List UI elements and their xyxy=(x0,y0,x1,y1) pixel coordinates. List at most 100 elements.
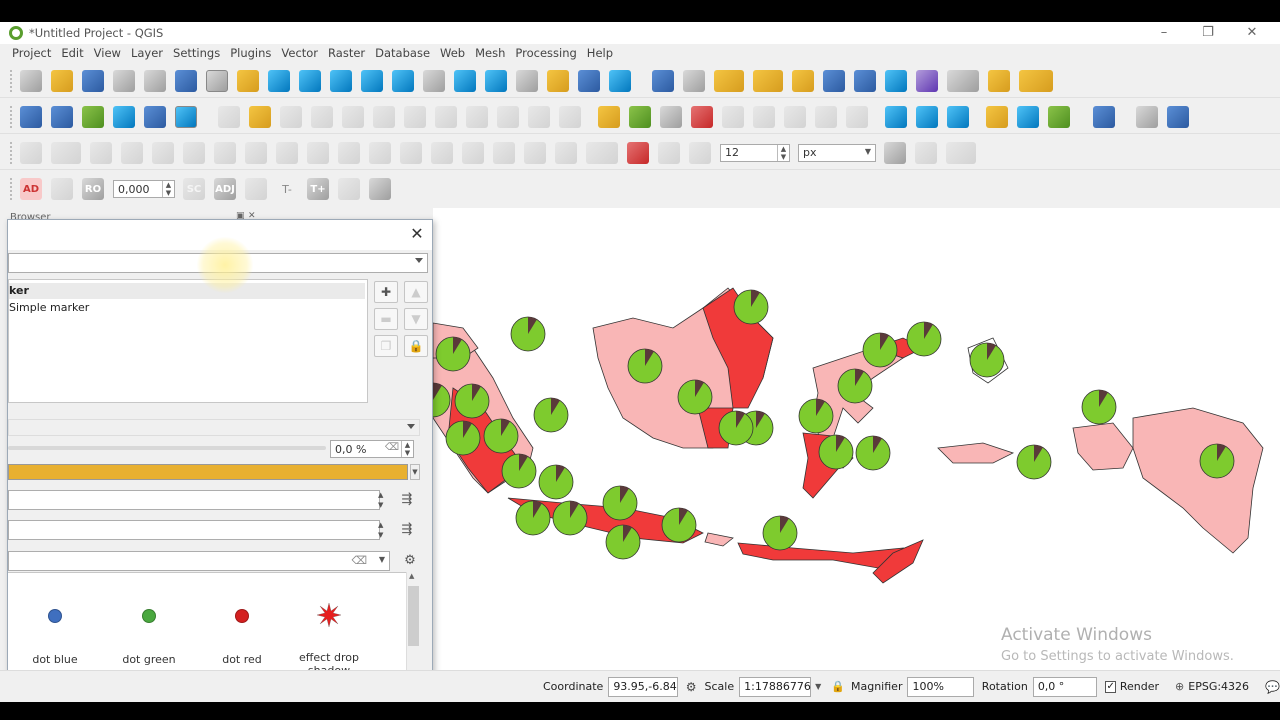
label-rotate-button[interactable] xyxy=(245,178,267,200)
split-features-icon[interactable] xyxy=(307,141,329,164)
rotate-symbols-icon[interactable] xyxy=(431,141,453,164)
new-geopackage-icon[interactable] xyxy=(51,105,73,128)
vertex-editor-icon[interactable] xyxy=(493,141,515,164)
plugin-manager-icon[interactable] xyxy=(1048,105,1070,128)
symbol-dot-blue[interactable]: dot blue xyxy=(8,609,102,666)
simplify-icon[interactable] xyxy=(462,141,484,164)
symbol-dot-green[interactable]: dot green xyxy=(102,609,196,666)
scrollbar-thumb[interactable] xyxy=(408,586,419,646)
style-manager-icon[interactable] xyxy=(175,69,197,92)
symbol-effect-drop-shadow[interactable]: effect drop shadow xyxy=(282,602,376,677)
data-source-manager-icon[interactable] xyxy=(20,105,42,128)
messages-icon[interactable]: 💬 xyxy=(1265,680,1280,694)
new-print-layout-icon[interactable] xyxy=(113,69,135,92)
spin-arrows-icon[interactable]: ▲ ▼ xyxy=(162,181,174,197)
zoom-in-icon[interactable] xyxy=(268,69,290,92)
spin-arrows-icon[interactable]: ▲ ▼ xyxy=(401,441,413,457)
label-ad-button[interactable]: AD xyxy=(20,178,42,200)
menu-database[interactable]: Database xyxy=(375,46,430,60)
add-delimited-text-icon[interactable] xyxy=(144,105,166,128)
data-defined-override-icon[interactable]: ⇶ xyxy=(398,491,416,509)
toolbar-grip[interactable] xyxy=(10,105,14,128)
vertex-tool-icon[interactable] xyxy=(342,105,364,128)
magnifier-field[interactable]: 100% xyxy=(907,676,974,697)
text-annotation-icon[interactable] xyxy=(1019,69,1053,92)
lock-layer-button[interactable]: 🔒 xyxy=(404,335,428,357)
label-t-plus-button[interactable]: T+ xyxy=(307,178,329,200)
help-icon[interactable] xyxy=(1093,105,1115,128)
zoom-last-icon[interactable] xyxy=(454,69,476,92)
crs-button[interactable]: EPSG:4326 xyxy=(1188,680,1249,693)
undo-icon[interactable] xyxy=(528,105,550,128)
chevron-down-icon[interactable]: ▼ xyxy=(379,555,385,564)
menu-mesh[interactable]: Mesh xyxy=(475,46,505,60)
bookmarks-icon[interactable] xyxy=(578,69,600,92)
label-ro-button[interactable]: RO xyxy=(82,178,104,200)
metasearch-icon[interactable] xyxy=(885,105,907,128)
toolbox-gear-icon[interactable] xyxy=(885,69,907,92)
toggle-editing-pencil-icon[interactable] xyxy=(249,105,271,128)
identify-icon[interactable] xyxy=(652,69,674,92)
crosshair-icon[interactable] xyxy=(1136,105,1158,128)
digitize-icon[interactable] xyxy=(20,141,42,164)
layer-tree-root[interactable]: ker xyxy=(9,283,365,299)
add-point-icon[interactable] xyxy=(311,105,333,128)
change-label-icon[interactable] xyxy=(784,105,806,128)
delete-part-icon[interactable] xyxy=(214,141,236,164)
label-po-button[interactable] xyxy=(51,178,73,200)
move-feature-icon[interactable] xyxy=(555,141,577,164)
tracing-icon[interactable] xyxy=(946,141,976,164)
select-by-value-icon[interactable] xyxy=(753,69,783,92)
render-checkbox[interactable]: ✓ xyxy=(1105,680,1116,693)
offset-curve-icon[interactable] xyxy=(276,141,298,164)
zoom-native-icon[interactable] xyxy=(423,69,445,92)
statistics-sigma-icon[interactable] xyxy=(916,69,938,92)
actions-icon[interactable] xyxy=(683,69,705,92)
menu-web[interactable]: Web xyxy=(440,46,465,60)
paste-icon[interactable] xyxy=(497,105,519,128)
crs-globe-icon[interactable]: ⊕ xyxy=(1175,680,1184,693)
python-console-icon[interactable] xyxy=(986,105,1008,128)
refresh-icon[interactable] xyxy=(609,69,631,92)
rotate-feature-icon[interactable] xyxy=(586,141,618,164)
fill-ring-icon[interactable] xyxy=(152,141,174,164)
move-label-icon[interactable] xyxy=(722,105,744,128)
symbol-dot-red[interactable]: dot red xyxy=(195,609,289,666)
snapping-magnet-icon[interactable] xyxy=(627,141,649,164)
pan-hand-icon[interactable] xyxy=(206,69,228,92)
snap-vertex-icon[interactable] xyxy=(658,141,680,164)
opacity-field[interactable]: 0,0 % ⌫ ▲ ▼ xyxy=(330,440,414,458)
plugin-icon[interactable] xyxy=(1017,105,1039,128)
new-project-icon[interactable] xyxy=(20,69,42,92)
zoom-next-icon[interactable] xyxy=(485,69,507,92)
new-map-view-icon[interactable] xyxy=(516,69,538,92)
temporal-controller-icon[interactable] xyxy=(547,69,569,92)
open-project-icon[interactable] xyxy=(51,69,73,92)
rotation-field[interactable] xyxy=(8,520,380,540)
add-layer-button[interactable]: ✚ xyxy=(374,281,398,303)
label-sc-button[interactable]: SC xyxy=(183,178,205,200)
reshape-icon[interactable] xyxy=(245,141,267,164)
style-manager-icon[interactable]: ⚙ xyxy=(401,552,419,570)
trim-extend-icon[interactable] xyxy=(884,141,906,164)
wms-icon[interactable] xyxy=(916,105,938,128)
georeferencer-icon[interactable] xyxy=(1167,105,1189,128)
add-vector-icon[interactable] xyxy=(82,105,104,128)
pin-labels-icon[interactable] xyxy=(660,105,682,128)
tolerance-unit-select[interactable]: px ▼ xyxy=(798,143,876,162)
clear-icon[interactable]: ⌫ xyxy=(385,442,399,453)
duplicate-layer-button[interactable]: ❐ xyxy=(374,335,398,357)
label-offset-field[interactable]: 0,000 ▲ ▼ xyxy=(113,180,175,198)
split-parts-icon[interactable] xyxy=(338,141,360,164)
rotation-field[interactable]: 0,0 ° xyxy=(1032,676,1098,697)
menu-vector[interactable]: Vector xyxy=(281,46,318,60)
copy-icon[interactable] xyxy=(466,105,488,128)
move-diagram-icon[interactable] xyxy=(846,105,868,128)
spin-arrows-icon[interactable]: ▲ ▼ xyxy=(378,490,388,510)
save-edits-icon[interactable] xyxy=(280,105,302,128)
rotate-label-icon[interactable] xyxy=(753,105,775,128)
symbol-search-input[interactable]: ⌫ ▼ xyxy=(8,551,390,571)
zoom-full-icon[interactable] xyxy=(330,69,352,92)
label-box-button[interactable] xyxy=(338,178,360,200)
map-tips-icon[interactable] xyxy=(988,69,1010,92)
